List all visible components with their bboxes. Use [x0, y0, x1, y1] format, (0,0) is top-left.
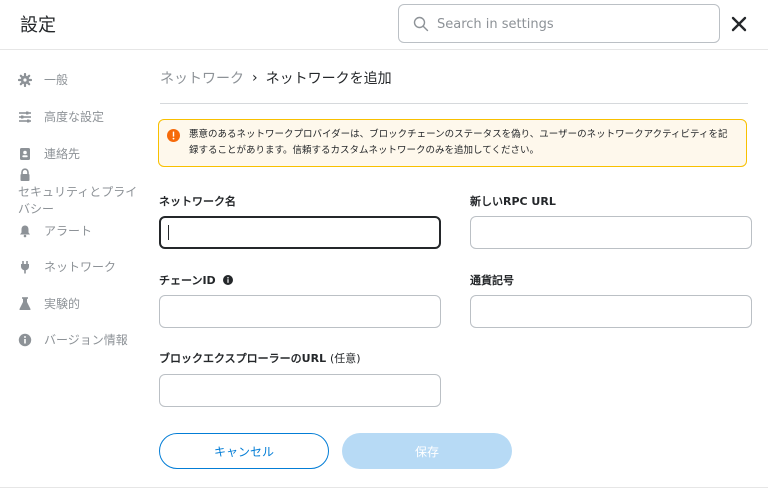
info-icon[interactable] — [222, 275, 233, 285]
add-network-panel: ネットワーク › ネットワークを追加 悪意のあるネットワークプロバイダーは、ブロ… — [158, 51, 750, 490]
sidebar-item-alerts[interactable]: アラート — [18, 222, 92, 239]
warning-icon — [167, 129, 180, 142]
sidebar-item-label: 連絡先 — [44, 147, 81, 161]
page-title: 設定 — [20, 15, 56, 36]
flask-icon — [19, 296, 31, 310]
save-button[interactable]: 保存 — [342, 433, 512, 469]
chain-id-input[interactable] — [159, 295, 441, 328]
currency-symbol-input[interactable] — [470, 295, 752, 328]
close-icon[interactable] — [730, 15, 748, 33]
breadcrumb: ネットワーク › ネットワークを追加 — [160, 68, 392, 88]
sidebar-item-security[interactable]: セキュリティとプライバシー — [18, 168, 148, 218]
search-box[interactable] — [398, 4, 720, 43]
sidebar-item-label: 一般 — [44, 73, 69, 87]
sidebar-item-label: ネットワーク — [44, 260, 117, 274]
breadcrumb-current: ネットワークを追加 — [265, 71, 392, 87]
cancel-button[interactable]: キャンセル — [159, 433, 329, 469]
chain-id-label-text: チェーンID — [159, 274, 216, 287]
rpc-url-input[interactable] — [470, 216, 752, 249]
sidebar-item-networks[interactable]: ネットワーク — [18, 258, 116, 275]
sidebar-item-label: 実験的 — [44, 297, 81, 311]
breadcrumb-networks-link[interactable]: ネットワーク — [160, 68, 244, 88]
sidebar-item-general[interactable]: 一般 — [18, 71, 68, 88]
breadcrumb-separator: › — [252, 70, 258, 86]
sidebar-item-label: バージョン情報 — [44, 333, 128, 347]
chain-id-label: チェーンID — [159, 272, 233, 288]
plug-icon — [21, 260, 29, 273]
rpc-url-label: 新しいRPC URL — [470, 195, 556, 208]
bottom-divider — [0, 487, 768, 488]
warning-text: 悪意のあるネットワークプロバイダーは、ブロックチェーンのステータスを偽り、ユーザ… — [189, 129, 728, 156]
optional-tag: (任意) — [329, 352, 361, 365]
network-name-input[interactable] — [159, 216, 441, 249]
network-name-label: ネットワーク名 — [159, 195, 236, 208]
sidebar-item-contacts[interactable]: 連絡先 — [18, 145, 80, 162]
info-icon — [18, 333, 32, 346]
lock-icon — [20, 168, 30, 181]
explorer-url-input[interactable] — [159, 374, 441, 407]
sidebar-item-experimental[interactable]: 実験的 — [18, 295, 80, 312]
divider — [160, 103, 748, 104]
sidebar-item-advanced[interactable]: 高度な設定 — [18, 108, 104, 125]
search-input[interactable] — [437, 13, 707, 35]
explorer-url-label-text: ブロックエクスプローラーのURL — [159, 352, 327, 365]
sidebar-item-label: 高度な設定 — [44, 110, 105, 124]
settings-sidebar: 一般 高度な設定 連絡先 セキュリティとプライバシー アラート ネットワーク 実… — [0, 51, 150, 490]
contact-book-icon — [20, 147, 30, 160]
settings-header: 設定 — [0, 0, 768, 50]
currency-symbol-label: 通貨記号 — [470, 274, 514, 287]
sliders-icon — [19, 111, 31, 122]
bell-icon — [20, 225, 30, 237]
sidebar-item-about[interactable]: バージョン情報 — [18, 331, 128, 348]
text-caret — [168, 225, 169, 240]
warning-banner: 悪意のあるネットワークプロバイダーは、ブロックチェーンのステータスを偽り、ユーザ… — [158, 119, 747, 167]
search-icon — [413, 16, 429, 32]
sidebar-item-label: アラート — [44, 224, 93, 238]
sidebar-item-label: セキュリティとプライバシー — [18, 185, 138, 216]
gear-icon — [18, 72, 32, 87]
explorer-url-label: ブロックエクスプローラーのURL (任意) — [159, 350, 361, 366]
